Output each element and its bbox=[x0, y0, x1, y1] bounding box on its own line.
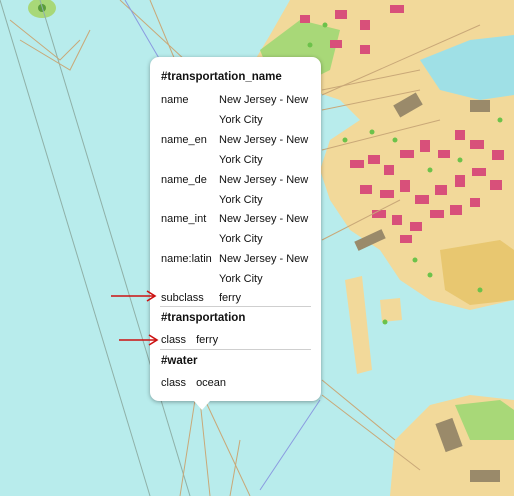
row-value-name: New Jersey - New York City bbox=[219, 94, 309, 126]
row-value-name-latin: New Jersey - New York City bbox=[219, 253, 309, 285]
row-value-name-en: New Jersey - New York City bbox=[219, 134, 309, 166]
red-arrow-icon bbox=[111, 290, 157, 302]
popup-pointer bbox=[194, 401, 210, 410]
row-value-class: ferry bbox=[196, 334, 219, 346]
section-title-transportation: #transportation bbox=[161, 312, 246, 324]
row-class-transportation: class ferry bbox=[161, 334, 218, 346]
row-value-subclass: ferry bbox=[219, 292, 241, 304]
row-key-class: class bbox=[161, 334, 187, 346]
row-value-class: ocean bbox=[196, 377, 227, 389]
row-class-water: class ocean bbox=[161, 377, 226, 389]
row-key-name-int: name_int bbox=[161, 213, 207, 225]
section-title-water: #water bbox=[161, 355, 198, 367]
row-key-name-latin: name:latin bbox=[161, 253, 212, 265]
row-key-class: class bbox=[161, 377, 187, 389]
row-key-subclass: subclass bbox=[161, 292, 204, 304]
pier-small bbox=[380, 298, 402, 322]
row-key-name: name bbox=[161, 94, 189, 106]
red-arrow-icon bbox=[119, 334, 159, 346]
section-divider bbox=[160, 306, 311, 307]
row-value-name-int: New Jersey - New York City bbox=[219, 213, 309, 245]
row-value-name-de: New Jersey - New York City bbox=[219, 174, 309, 206]
section-divider bbox=[160, 349, 311, 350]
row-key-name-en: name_en bbox=[161, 134, 207, 146]
row-key-name-de: name_de bbox=[161, 174, 207, 186]
section-title-transportation-name: #transportation_name bbox=[161, 71, 282, 83]
feature-info-popup: #transportation_name name New Jersey - N… bbox=[150, 57, 321, 410]
